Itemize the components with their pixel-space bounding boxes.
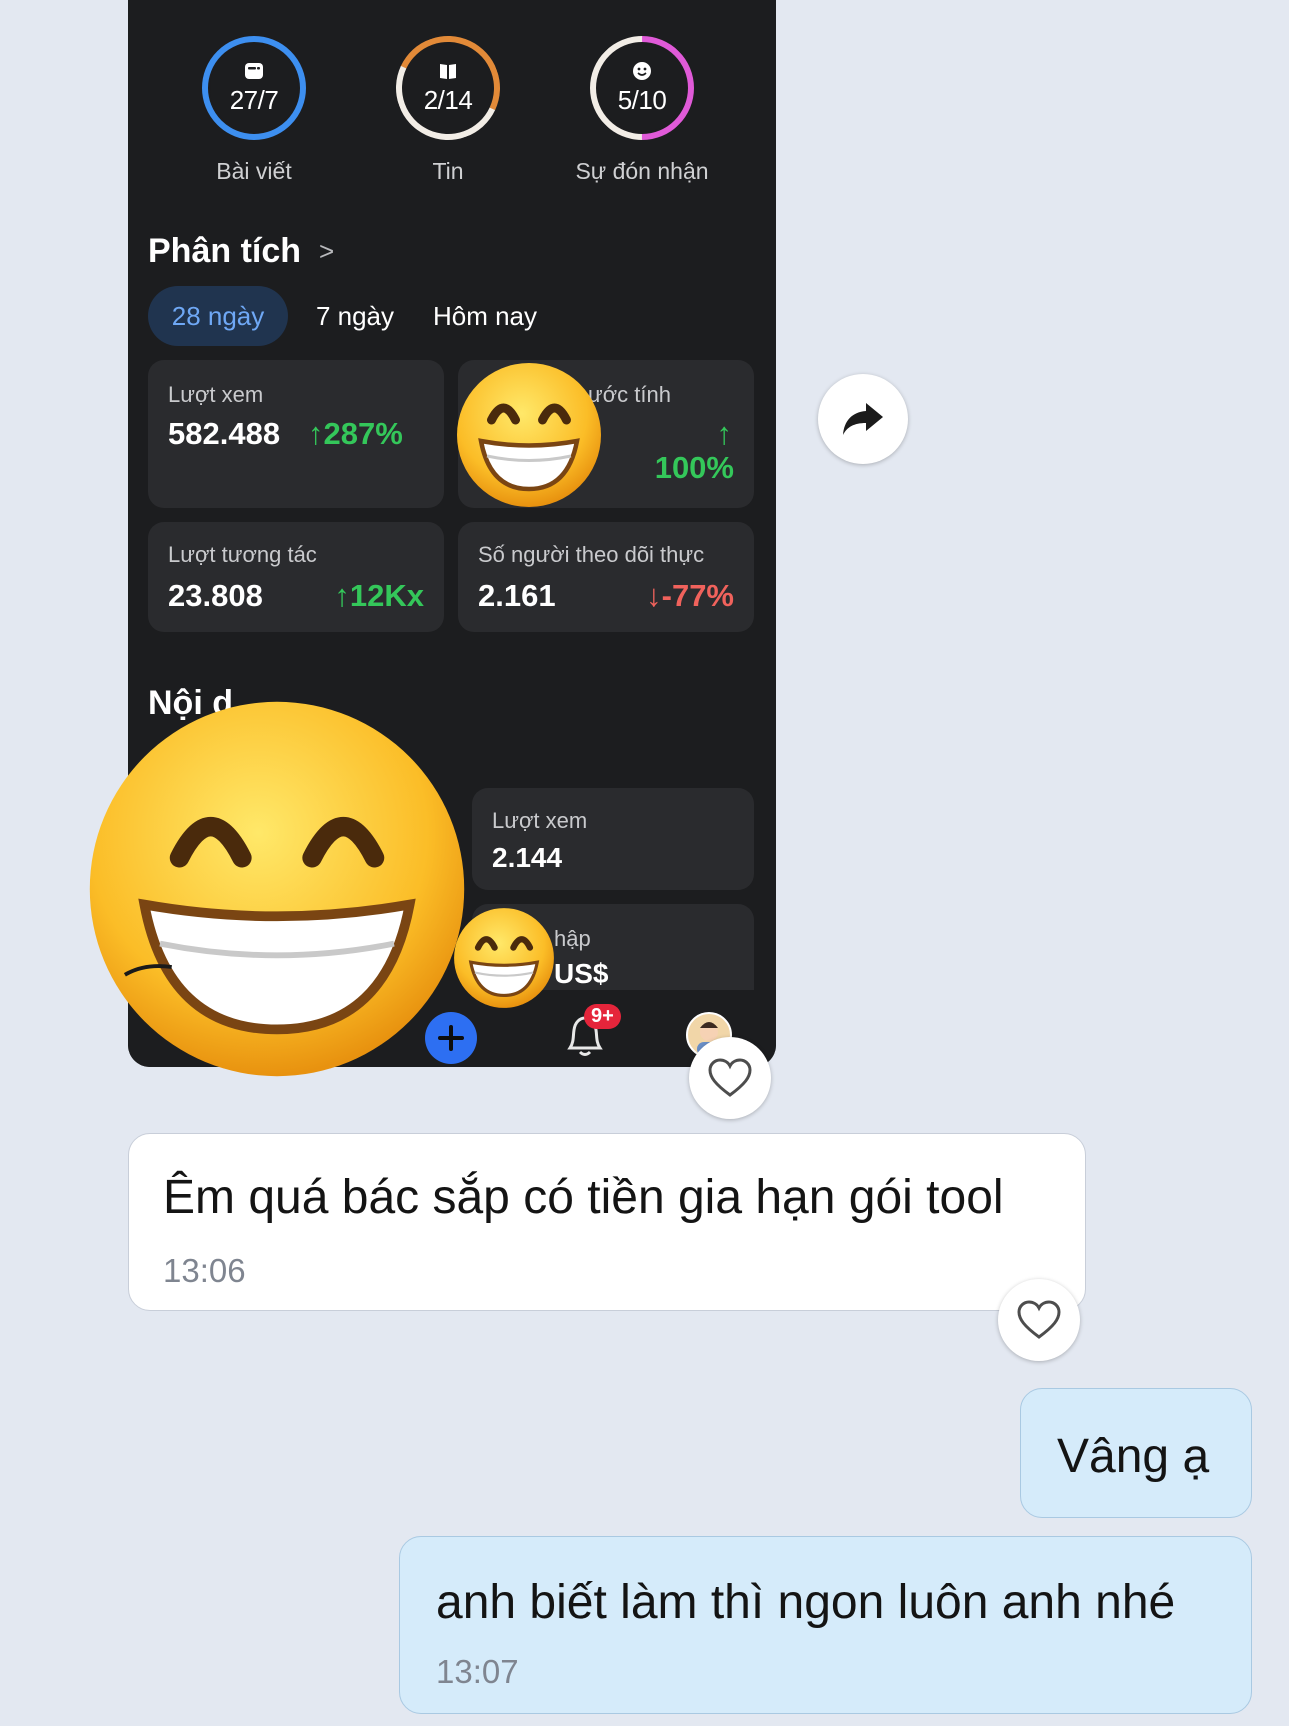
share-icon bbox=[843, 403, 883, 435]
ring-stories-value: 2/14 bbox=[423, 84, 473, 115]
heart-icon bbox=[1017, 1300, 1061, 1339]
tab-28-days[interactable]: 28 ngày bbox=[148, 286, 288, 346]
card-interactions-label: Lượt tương tác bbox=[168, 542, 317, 567]
post-icon bbox=[245, 62, 263, 79]
share-button[interactable] bbox=[818, 374, 908, 464]
card-views[interactable]: Lượt xem 582.488 ↑287% bbox=[148, 360, 444, 508]
card-content-views-value: 2.144 bbox=[492, 842, 563, 873]
arrow-up-icon: ↑ bbox=[334, 578, 350, 613]
card-views-label: Lượt xem bbox=[168, 382, 264, 407]
card-views-value: 582.488 bbox=[168, 416, 281, 451]
message-time: 13:06 bbox=[163, 1252, 246, 1289]
card-interactions[interactable]: Lượt tương tác 23.808 ↑12Kx bbox=[148, 522, 444, 632]
analytics-header[interactable]: Phân tích > bbox=[148, 232, 334, 271]
card-followers[interactable]: Số người theo dõi thực 2.161 ↓-77% bbox=[458, 522, 754, 632]
ring-reception-label: Sự đón nhận bbox=[575, 158, 709, 184]
book-icon bbox=[440, 63, 456, 79]
react-heart-button[interactable] bbox=[689, 1037, 771, 1119]
arrow-up-icon: ↑ bbox=[716, 416, 733, 451]
card-estimated-delta: 100% bbox=[654, 450, 734, 485]
tab-7-days[interactable]: 7 ngày bbox=[300, 286, 410, 346]
react-heart-button[interactable] bbox=[998, 1279, 1080, 1361]
card-interactions-value: 23.808 bbox=[168, 578, 263, 613]
grinning-emoji bbox=[89, 701, 465, 1077]
message-mine[interactable]: anh biết làm thì ngon luôn anh nhé 13:07 bbox=[399, 1536, 1252, 1714]
tab-today[interactable]: Hôm nay bbox=[420, 286, 550, 346]
smiley-icon bbox=[633, 61, 651, 80]
ring-posts-value: 27/7 bbox=[229, 84, 279, 115]
grinning-emoji bbox=[457, 363, 601, 507]
message-mine[interactable]: Vâng ạ bbox=[1020, 1388, 1252, 1518]
ring-stories: 2/14 Tin bbox=[381, 21, 515, 184]
ring-stories-label: Tin bbox=[432, 158, 464, 184]
arrow-down-icon: ↓ bbox=[646, 578, 662, 613]
analytics-title: Phân tích bbox=[148, 232, 302, 270]
ring-posts: 27/7 Bài viết bbox=[202, 36, 306, 184]
grinning-emoji bbox=[454, 908, 554, 1008]
ring-reception-value: 5/10 bbox=[617, 84, 667, 115]
card-views-delta: ↑287% bbox=[308, 416, 403, 451]
card-income-label: hập bbox=[554, 926, 591, 951]
card-content-views[interactable]: Lượt xem 2.144 bbox=[472, 788, 754, 890]
message-text: Êm quá bác sắp có tiền gia hạn gói tool bbox=[163, 1171, 1004, 1224]
heart-icon bbox=[708, 1058, 752, 1097]
card-followers-delta: ↓-77% bbox=[646, 578, 734, 613]
ring-reception: 5/10 Sự đón nhận bbox=[568, 14, 716, 184]
card-followers-label: Số người theo dõi thực bbox=[478, 542, 705, 567]
ring-posts-label: Bài viết bbox=[216, 158, 292, 184]
chevron-right-icon: > bbox=[319, 236, 335, 266]
card-content-views-label: Lượt xem bbox=[492, 808, 588, 833]
notification-badge: 9+ bbox=[584, 1004, 621, 1029]
message-time: 13:07 bbox=[436, 1653, 519, 1690]
message-other[interactable]: Êm quá bác sắp có tiền gia hạn gói tool … bbox=[128, 1133, 1086, 1311]
arrow-up-icon: ↑ bbox=[308, 416, 324, 451]
message-text: Vâng ạ bbox=[1057, 1430, 1210, 1483]
card-income-value: US$ bbox=[554, 958, 609, 989]
card-followers-value: 2.161 bbox=[478, 578, 556, 613]
card-interactions-delta: ↑12Kx bbox=[334, 578, 424, 613]
message-text: anh biết làm thì ngon luôn anh nhé bbox=[436, 1576, 1176, 1629]
